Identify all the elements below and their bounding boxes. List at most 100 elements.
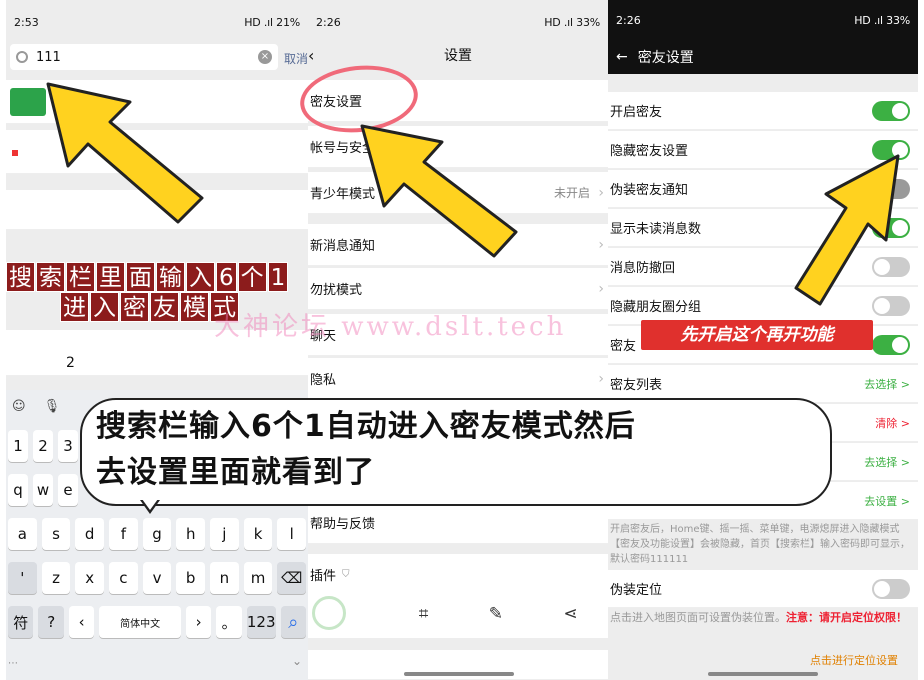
toggle-switch[interactable] — [872, 178, 910, 199]
keyboard-key[interactable]: k — [243, 518, 273, 550]
keyboard-key[interactable]: 简体中文 — [99, 606, 181, 638]
edit-icon[interactable]: ✎ — [489, 604, 503, 624]
row-label: 伪装定位 — [610, 583, 663, 598]
settings-item-label: 青少年模式 — [310, 187, 376, 202]
floating-ball[interactable] — [312, 596, 346, 630]
keyboard-key[interactable]: e — [58, 474, 78, 506]
speech-bubble-text: 搜索栏输入6个1自动进入密友模式然后 去设置里面就看到了 — [96, 404, 826, 496]
keyboard-key[interactable]: ? — [38, 606, 64, 638]
search-input[interactable]: 111 × — [10, 44, 278, 70]
keyboard-key[interactable]: 1 — [8, 430, 28, 462]
clear-link[interactable]: 清除 > — [875, 415, 910, 431]
keyboard-row-digits: 123 — [8, 430, 78, 462]
keyboard-key[interactable]: g — [142, 518, 172, 550]
keyboard-key[interactable]: n — [210, 562, 239, 594]
scan-icon[interactable]: ⌗ — [419, 604, 429, 624]
share-icon[interactable]: ⋖ — [563, 604, 577, 624]
chevron-down-icon[interactable]: ⌄ — [292, 654, 302, 668]
annotation-banner-line2: 进入密友模式 — [60, 292, 239, 322]
keyboard-key[interactable]: w — [33, 474, 53, 506]
cancel-button[interactable]: 取消 — [284, 50, 308, 67]
keyboard-key[interactable]: 。 — [216, 606, 242, 638]
toggle-switch[interactable] — [872, 256, 910, 277]
select-link[interactable]: 去选择 > — [864, 454, 910, 470]
toggle-switch[interactable] — [872, 578, 910, 599]
keyboard-key[interactable]: v — [142, 562, 172, 594]
keyboard-key[interactable]: z — [41, 562, 71, 594]
status-bar: 2:26 HD .ıl 33% — [608, 0, 918, 40]
settings-item-privacy[interactable]: 隐私 › — [308, 358, 608, 400]
keyboard-key[interactable]: s — [41, 518, 71, 550]
back-icon[interactable]: ‹ — [308, 46, 314, 65]
emoji-icon[interactable]: ☺ — [12, 399, 26, 414]
keyboard-key[interactable]: x — [75, 562, 105, 594]
keyboard-key[interactable]: l — [277, 518, 307, 550]
bubble-line-1: 搜索栏输入6个1自动进入密友模式然后 — [96, 409, 636, 444]
result-row[interactable] — [6, 190, 308, 230]
keyboard-row-z: ' z x c v b n m ⌫ — [8, 562, 307, 594]
chevron-right-icon: › — [598, 280, 604, 297]
result-marker — [12, 150, 18, 156]
settings-item-label: 帮助与反馈 — [310, 517, 376, 532]
clear-icon[interactable]: × — [258, 50, 272, 64]
keyboard-key[interactable]: b — [176, 562, 206, 594]
status-indicators: HD .ıl 21% — [244, 15, 300, 29]
settings-item-notifications[interactable]: 新消息通知 › — [308, 224, 608, 266]
keyboard-key[interactable]: 2 — [33, 430, 53, 462]
keyboard-key[interactable]: q — [8, 474, 28, 506]
keyboard-key[interactable]: 符 — [8, 606, 34, 638]
banner-char: 输 — [156, 262, 185, 292]
chevron-right-icon: › — [598, 236, 604, 253]
banner-char: 1 — [267, 262, 289, 292]
keyboard-key[interactable]: 123 — [246, 606, 276, 638]
toggle-row-anti-recall: 消息防撤回 — [608, 248, 918, 286]
keyboard-key[interactable]: ‹ — [68, 606, 95, 638]
annotation-banner-line1: 搜索栏里面输入6个1 — [6, 262, 289, 292]
keyboard-key[interactable]: h — [176, 518, 206, 550]
keyboard-key[interactable]: c — [109, 562, 138, 594]
settings-link[interactable]: 去设置 > — [864, 493, 910, 509]
keyboard-row-q: qwe — [8, 474, 78, 506]
keyboard-key[interactable]: d — [75, 518, 105, 550]
banner-char: 入 — [186, 262, 215, 292]
settings-item-teen-mode[interactable]: 青少年模式 未开启 › — [308, 172, 608, 214]
keyboard-key[interactable]: ' — [8, 562, 37, 594]
result-row[interactable] — [6, 80, 308, 124]
keyboard-key[interactable]: ⌫ — [277, 562, 307, 594]
mic-icon[interactable]: 🎙 — [44, 399, 61, 414]
banner-char: 模 — [180, 292, 209, 322]
toggle-switch[interactable] — [872, 295, 910, 316]
result-text: 2 — [66, 355, 75, 371]
toggle-switch[interactable] — [872, 100, 910, 121]
keyboard-row-a: asdfghjkl — [8, 518, 307, 550]
result-row[interactable] — [6, 130, 308, 174]
description-text: 开启密友后，Home键、摇一摇、菜单键，电源熄屏进入隐藏模式【密友及功能设置】会… — [610, 524, 910, 565]
toggle-row-fake-location: 伪装定位 — [608, 570, 918, 608]
row-label: 密友列表 — [610, 378, 663, 393]
location-settings-link[interactable]: 点击进行定位设置 — [810, 652, 898, 668]
toggle-switch[interactable] — [872, 334, 910, 355]
location-description: 点击进入地图页面可设置伪装位置。注意：请开启定位权限！ — [608, 610, 918, 625]
keyboard-key[interactable]: a — [8, 518, 37, 550]
keyboard-key[interactable]: 3 — [58, 430, 78, 462]
back-arrow-icon[interactable]: ← — [616, 49, 628, 65]
keyboard-key[interactable]: m — [243, 562, 273, 594]
keyboard-grid-icon[interactable]: ⋯ — [8, 658, 18, 669]
banner-char: 栏 — [66, 262, 95, 292]
keyboard-key[interactable]: › — [185, 606, 212, 638]
result-avatar — [10, 88, 46, 116]
keyboard-key[interactable]: j — [210, 518, 239, 550]
settings-item-value: 未开启 — [553, 186, 590, 200]
banner-char: 进 — [60, 292, 89, 322]
search-icon — [16, 51, 28, 63]
banner-char: 里 — [96, 262, 125, 292]
select-link[interactable]: 去选择 > — [864, 376, 910, 392]
toggle-switch[interactable] — [872, 139, 910, 160]
keyboard-key[interactable]: f — [109, 518, 138, 550]
keyboard-key[interactable]: ⌕ — [280, 606, 306, 638]
settings-item-do-not-disturb[interactable]: 勿扰模式 › — [308, 268, 608, 310]
toggle-switch[interactable] — [872, 217, 910, 238]
banner-char: 友 — [150, 292, 179, 322]
settings-item-help[interactable]: 帮助与反馈 — [308, 502, 608, 544]
row-label: 消息防撤回 — [610, 261, 676, 276]
